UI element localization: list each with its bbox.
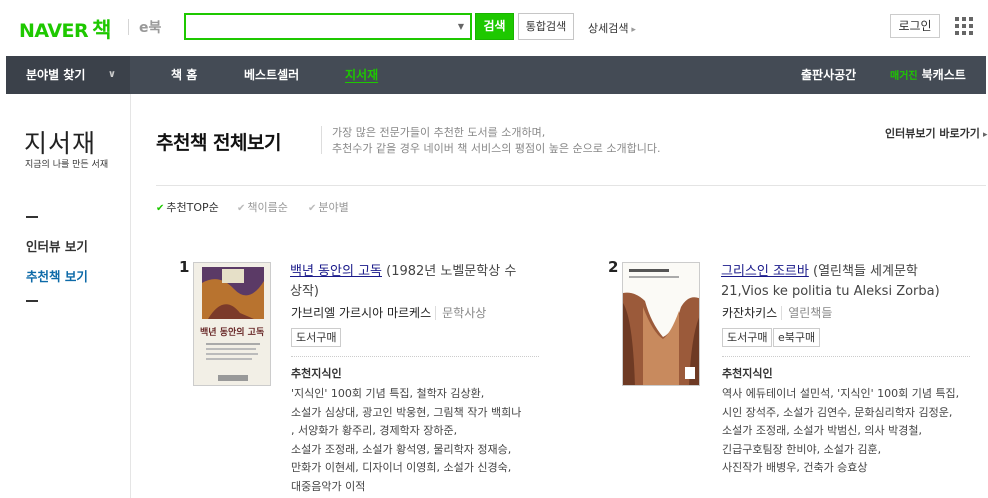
- book-title-link[interactable]: 백년 동안의 고독: [290, 264, 382, 279]
- chevron-right-icon: ▸: [979, 130, 988, 140]
- logo-divider: [128, 19, 129, 35]
- recommenders-list: 역사 에듀테이너 설민석, '지식인' 100회 기념 특집, 시인 장석주, …: [722, 387, 960, 474]
- book-meta: 카잔차키스 열린책들: [722, 304, 833, 321]
- sidebar-divider: [26, 300, 38, 302]
- sidebar-subtitle: 지금의 나를 만든 서재: [25, 160, 109, 170]
- grid-apps-icon[interactable]: [955, 17, 973, 35]
- nav-book-home[interactable]: 책 홈: [171, 56, 197, 94]
- sort-top[interactable]: ✔ 추천TOP순: [156, 199, 219, 215]
- dotted-divider: [722, 356, 970, 357]
- dropdown-arrow-icon[interactable]: ▼: [458, 22, 464, 31]
- total-search-button[interactable]: 통합검색: [518, 13, 574, 40]
- nav-bookcast[interactable]: 매거진 북캐스트: [890, 56, 966, 94]
- category-menu-button[interactable]: 분야별 찾기 ∨: [6, 56, 130, 94]
- book-cover-title: 백년 동안의 고독: [200, 328, 265, 338]
- check-icon: ✔: [237, 203, 246, 214]
- recommenders-label: 추천지식인: [291, 367, 342, 380]
- check-icon: ✔: [156, 203, 165, 214]
- search-box: ▼: [184, 13, 472, 40]
- book-author[interactable]: 가브리엘 가르시아 마르케스: [291, 306, 431, 320]
- buy-book-button[interactable]: 도서구매: [291, 328, 342, 347]
- book-publisher[interactable]: 문학사상: [435, 306, 487, 320]
- detail-search-link[interactable]: 상세검색 ▸: [588, 20, 636, 36]
- sort-category[interactable]: ✔ 분야별: [308, 199, 349, 215]
- sidebar-title: 지서재: [24, 129, 97, 158]
- book-cover[interactable]: 백년 동안의 고독: [193, 262, 271, 386]
- book-author[interactable]: 카잔차키스: [722, 306, 777, 320]
- book-title-link[interactable]: 그리스인 조르바: [721, 264, 809, 279]
- check-icon: ✔: [308, 203, 317, 214]
- buy-ebook-button[interactable]: e북구매: [773, 328, 821, 347]
- search-input[interactable]: [186, 15, 448, 38]
- book-publisher[interactable]: 열린책들: [781, 306, 833, 320]
- book-rank: 2: [608, 258, 619, 276]
- chevron-down-icon: ∨: [107, 69, 116, 80]
- book-cover-art: [623, 263, 699, 385]
- top-header: NAVER 책 e북 ▼ 검색 통합검색 상세검색 ▸ 로그인: [0, 0, 988, 56]
- sidebar-item-recommended[interactable]: 추천책 보기: [26, 266, 88, 285]
- page-title: 추천책 전체보기: [156, 132, 281, 154]
- nav-bestseller[interactable]: 베스트셀러: [244, 56, 299, 94]
- login-button[interactable]: 로그인: [890, 14, 940, 38]
- book-title-line: 그리스인 조르바 (열린책들 세계문학 21,Vios ke politia t…: [721, 264, 940, 299]
- naver-book-logo[interactable]: NAVER 책: [19, 14, 111, 44]
- book-cover[interactable]: [622, 262, 700, 386]
- ebook-link[interactable]: e북: [139, 17, 161, 37]
- search-button[interactable]: 검색: [475, 13, 514, 40]
- book-title-line: 백년 동안의 고독 (1982년 노벨문학상 수 상작): [290, 264, 517, 299]
- title-divider: [321, 126, 322, 154]
- section-divider: [156, 185, 986, 186]
- sidebar-item-interview[interactable]: 인터뷰 보기: [26, 236, 88, 255]
- sidebar: 지서재 지금의 나를 만든 서재 인터뷰 보기 추천책 보기: [6, 94, 131, 498]
- interview-shortcut-link[interactable]: 인터뷰보기 바로가기 ▸: [885, 125, 988, 141]
- nav-publisher-space[interactable]: 출판사공간: [801, 56, 856, 94]
- sort-name[interactable]: ✔ 책이름순: [237, 199, 288, 215]
- main-nav: 분야별 찾기 ∨ 책 홈 베스트셀러 지서재 출판사공간 매거진 북캐스트: [6, 56, 986, 94]
- chevron-right-icon: ▸: [628, 25, 636, 35]
- buy-book-button[interactable]: 도서구매: [722, 328, 773, 347]
- recommenders-list: '지식인' 100회 기념 특집, 철학자 김상환, 소설가 심상대, 광고인 …: [291, 387, 522, 493]
- sidebar-divider: [26, 216, 38, 218]
- nav-jiseojae[interactable]: 지서재: [345, 56, 378, 94]
- recommenders-label: 추천지식인: [722, 367, 773, 380]
- dotted-divider: [291, 356, 539, 357]
- book-rank: 1: [179, 258, 190, 276]
- page-description: 가장 많은 전문가들이 추천한 도서를 소개하며, 추천수가 같을 경우 네이버…: [332, 126, 661, 155]
- book-meta: 가브리엘 가르시아 마르케스 문학사상: [291, 304, 487, 321]
